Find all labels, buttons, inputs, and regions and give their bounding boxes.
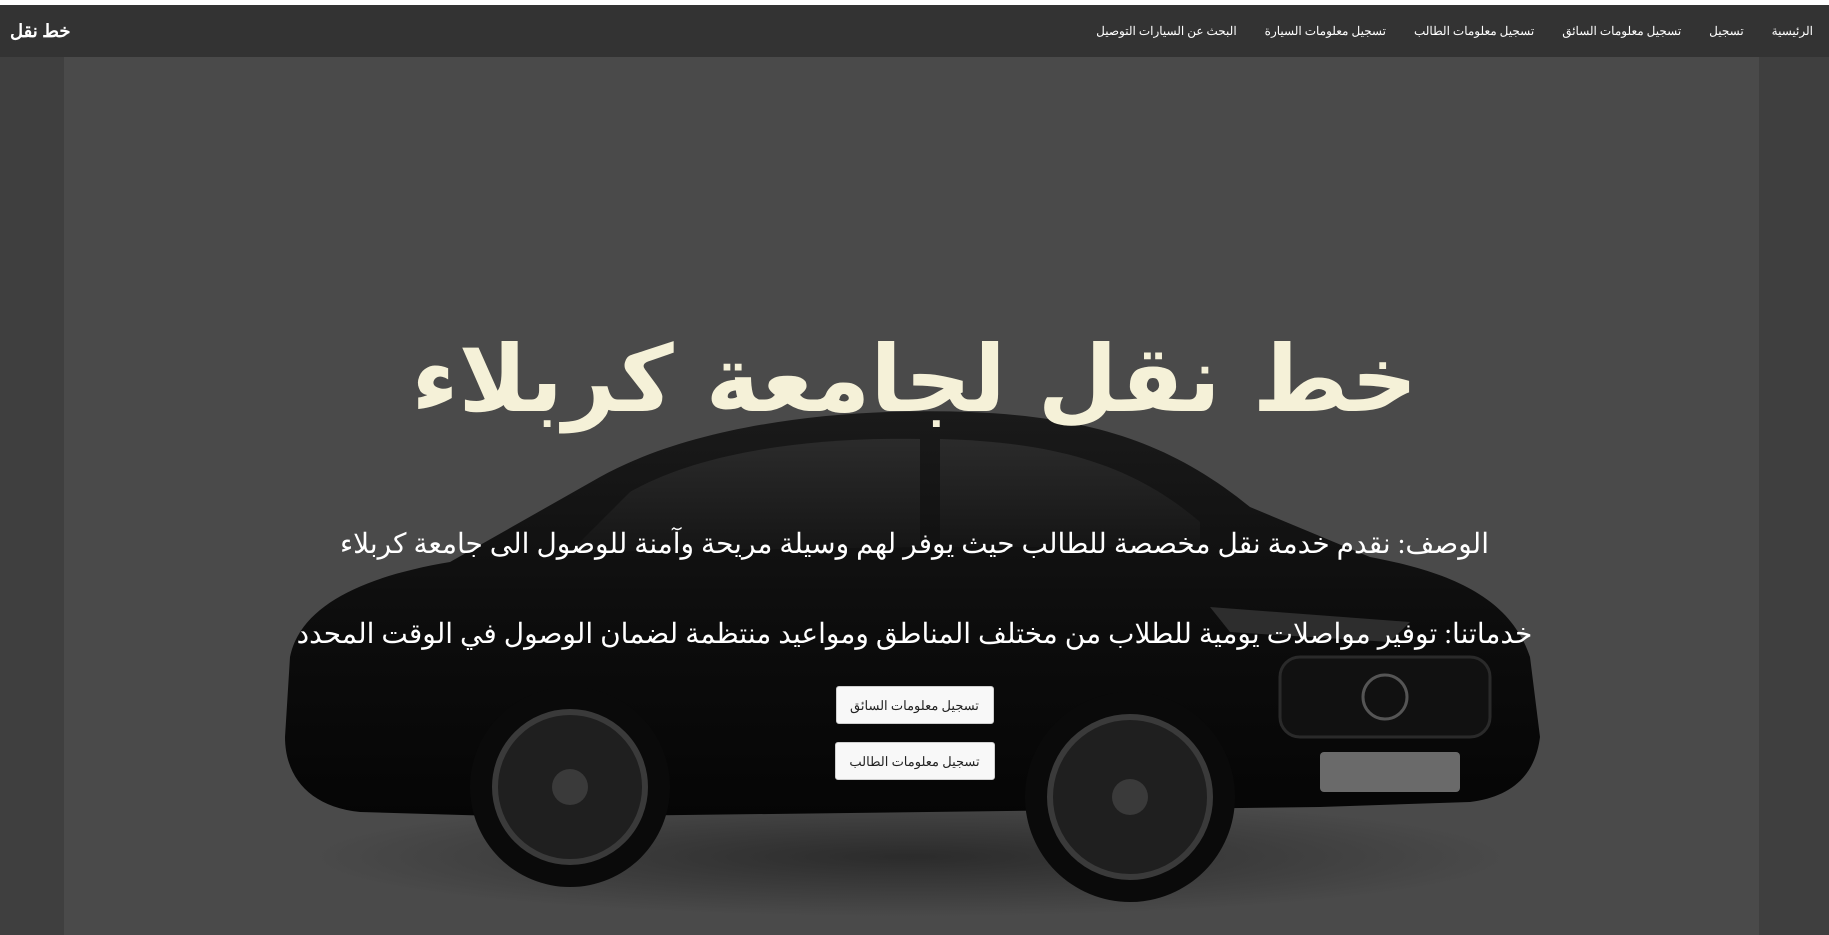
- hero-services: خدماتنا: توفير مواصلات يومية للطلاب من م…: [296, 619, 1533, 650]
- hero-content: خط نقل لجامعة كربلاء الوصف: نقدم خدمة نق…: [0, 57, 1829, 935]
- nav-link-home[interactable]: الرئيسية: [1772, 24, 1813, 39]
- nav-links: الرئيسية تسجيل تسجيل معلومات السائق تسجي…: [1096, 5, 1813, 57]
- register-driver-button[interactable]: تسجيل معلومات السائق: [835, 686, 994, 724]
- nav-link-car-info[interactable]: تسجيل معلومات السيارة: [1265, 24, 1386, 39]
- top-navbar: الرئيسية تسجيل تسجيل معلومات السائق تسجي…: [0, 5, 1829, 57]
- page: الرئيسية تسجيل تسجيل معلومات السائق تسجي…: [0, 0, 1829, 935]
- brand-logo[interactable]: خط نقل: [10, 21, 70, 42]
- nav-link-register[interactable]: تسجيل: [1709, 24, 1744, 39]
- nav-link-student-info[interactable]: تسجيل معلومات الطالب: [1414, 24, 1534, 39]
- hero-description: الوصف: نقدم خدمة نقل مخصصة للطالب حيث يو…: [340, 529, 1489, 560]
- nav-link-driver-info[interactable]: تسجيل معلومات السائق: [1562, 24, 1681, 39]
- nav-link-search-cars[interactable]: البحث عن السيارات التوصيل: [1096, 24, 1237, 39]
- hero-title: خط نقل لجامعة كربلاء: [411, 326, 1418, 433]
- hero-section: خط نقل لجامعة كربلاء الوصف: نقدم خدمة نق…: [0, 57, 1829, 935]
- register-student-button[interactable]: تسجيل معلومات الطالب: [834, 742, 995, 780]
